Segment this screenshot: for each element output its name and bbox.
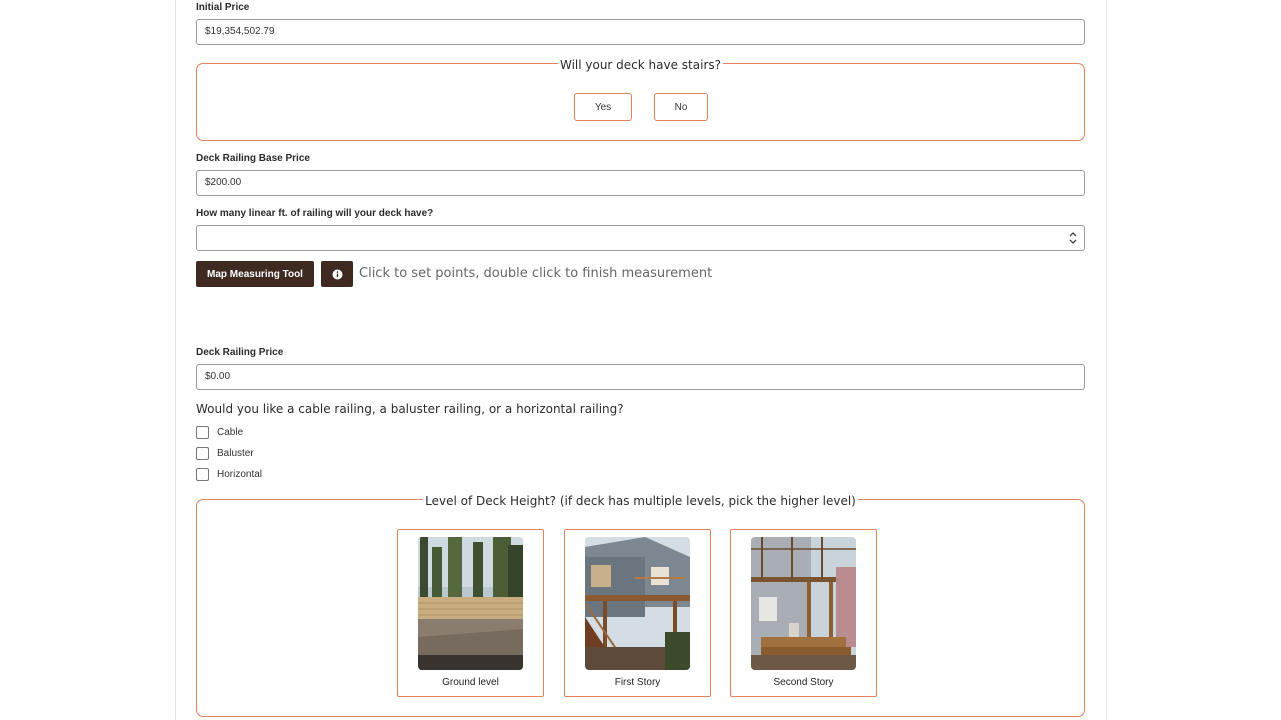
stairs-yes-button[interactable]: Yes [574,93,632,121]
railing-price-field[interactable]: $0.00 [196,364,1085,390]
cable-checkbox[interactable] [196,425,209,439]
ground-level-photo [418,537,523,670]
second-story-photo [751,537,856,670]
initial-price-field[interactable]: $19,354,502.79 [196,19,1085,45]
initial-price-label: Initial Price [196,2,250,13]
railing-type-question: Would you like a cable railing, a balust… [196,402,624,416]
cable-label: Cable [217,426,244,438]
map-tool-hint: Click to set points, double click to fin… [359,266,713,281]
deck-height-option-ground[interactable]: Ground level [397,529,544,697]
info-icon [332,269,342,279]
second-story-label: Second Story [773,677,834,688]
railing-option-cable[interactable]: Cable [196,425,243,439]
first-story-label: First Story [614,677,661,688]
railing-option-baluster[interactable]: Baluster [196,446,254,460]
deck-height-option-second[interactable]: Second Story [730,529,877,697]
horizontal-checkbox[interactable] [196,467,209,481]
railing-price-label: Deck Railing Price [196,347,284,358]
ground-level-label: Ground level [442,677,499,688]
railing-base-price-label: Deck Railing Base Price [196,153,310,164]
railing-option-horizontal[interactable]: Horizontal [196,467,262,481]
deck-height-legend: Level of Deck Height? (if deck has multi… [423,494,858,508]
stairs-fieldset: Will your deck have stairs? Yes No [196,58,1085,141]
railing-base-price-field[interactable]: $200.00 [196,170,1085,196]
deck-height-option-first[interactable]: First Story [564,529,711,697]
linear-ft-stepper[interactable] [196,225,1085,251]
info-button[interactable] [321,261,353,287]
stepper-arrows-icon[interactable] [1068,231,1078,245]
baluster-checkbox[interactable] [196,446,209,460]
baluster-label: Baluster [217,447,254,459]
stairs-legend: Will your deck have stairs? [557,58,724,72]
linear-ft-label: How many linear ft. of railing will your… [196,208,434,219]
first-story-photo [585,537,690,670]
map-measuring-tool-button[interactable]: Map Measuring Tool [196,261,314,287]
horizontal-label: Horizontal [217,468,263,480]
stairs-no-button[interactable]: No [654,93,708,121]
